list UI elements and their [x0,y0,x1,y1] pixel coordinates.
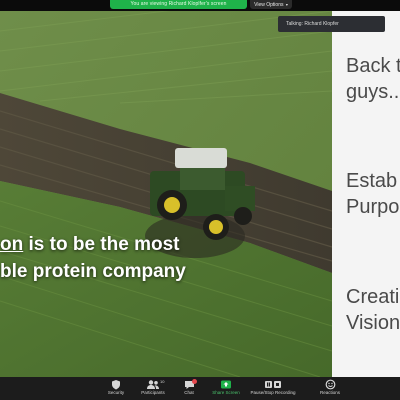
agenda-item-2-line-1: Estab [346,170,398,192]
reactions-label: Reactions [319,390,340,395]
agenda-item-1-line-2: guys.. [346,81,400,103]
agenda-item-3: Creati Vision [346,284,400,336]
shield-icon [112,380,120,390]
slide-agenda-panel: Back t guys.. Estab Purpo Creati Vision [332,11,400,377]
participants-label: Participants [141,390,165,395]
share-screen-button[interactable]: Share Screen [208,379,244,399]
agenda-item-1-line-1: Back t [346,55,400,77]
participants-icon [147,380,159,389]
pause-stop-recording-button[interactable]: Pause/Stop Recording [249,379,297,399]
share-screen-label: Share Screen [212,390,240,395]
slide-overlay-line-1-rest: is to be the most [23,234,180,255]
participant-count: 10 [160,379,165,384]
view-options-label: View Options [254,2,284,8]
chat-button[interactable]: Chat [178,379,200,399]
agenda-item-2: Estab Purpo [346,168,399,220]
recording-icon [265,381,281,388]
chat-notification-badge [192,379,197,384]
participants-button[interactable]: 10 Participants [137,379,169,399]
chevron-down-icon: ▾ [285,2,288,7]
viewing-screen-banner: You are viewing Richard Kloplfer's scree… [110,0,247,9]
slide-overlay-line-2: ble protein company [0,261,186,282]
agenda-item-3-line-1: Creati [346,286,400,308]
chat-label: Chat [184,390,194,395]
agenda-item-2-line-2: Purpo [346,196,400,218]
reactions-icon [325,379,335,390]
screen-share-window: You are viewing Richard Kloplfer's scree… [0,0,400,400]
slide-overlay-line-1: on is to be the most [0,234,179,256]
share-screen-icon [221,380,231,389]
agenda-item-3-line-2: Vision [346,312,400,334]
aerial-field-photo: on is to be the most ble protein company [0,11,332,377]
security-label: Security [107,390,125,395]
view-options-button[interactable]: View Options ▾ [250,0,292,9]
pause-stop-recording-label: Pause/Stop Recording [250,390,296,395]
tractor-field-image [0,11,332,377]
agenda-item-1: Back t guys.. [346,53,400,105]
top-bar: You are viewing Richard Kloplfer's scree… [0,0,400,11]
slide-overlay-underlined-word: on [0,234,24,255]
meeting-toolbar: Security 10 Participants Chat Share Scre… [0,377,400,400]
talking-indicator: Talking: Richard Klopfer [278,16,385,32]
shared-slide: on is to be the most ble protein company… [0,11,400,377]
reactions-button[interactable]: Reactions [314,379,346,399]
security-button[interactable]: Security [104,379,128,399]
